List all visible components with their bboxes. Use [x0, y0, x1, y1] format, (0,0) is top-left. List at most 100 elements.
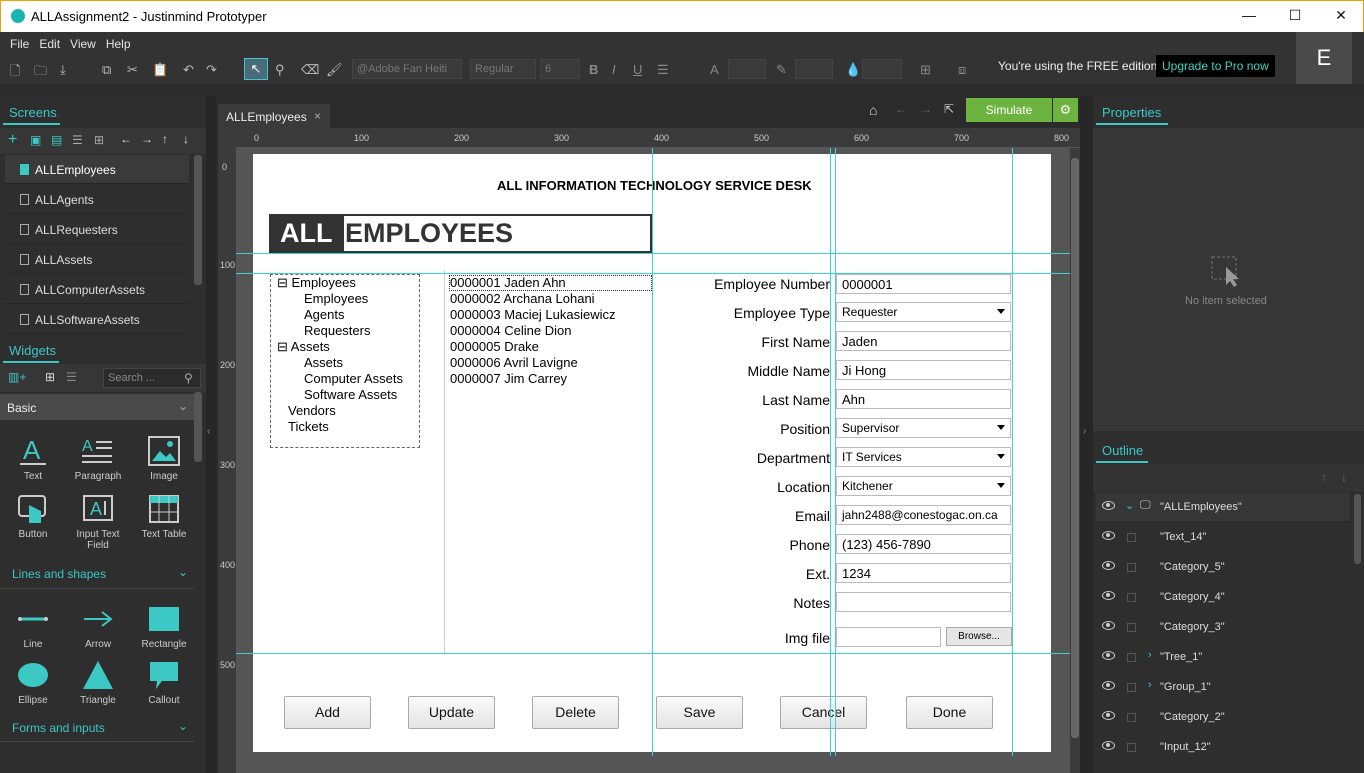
widget-input-text-field[interactable]: A Input Text Field	[68, 493, 128, 551]
employee-type-select[interactable]: Requester	[836, 302, 1011, 322]
simulate-settings-icon[interactable]: ⚙	[1053, 98, 1078, 122]
outline-scrollbar[interactable]	[1354, 494, 1361, 564]
move-right-icon[interactable]: →	[141, 132, 153, 146]
chevron-down-icon[interactable]: ⌄	[1125, 499, 1134, 512]
position-select[interactable]: Supervisor	[836, 418, 1011, 438]
tree-item-software-assets[interactable]: Software Assets	[304, 387, 397, 402]
location-select[interactable]: Kitchener	[836, 476, 1011, 496]
screen-item-allemployees[interactable]: ALLEmployees	[5, 155, 189, 184]
list-item[interactable]: 0000004 Celine Dion	[450, 323, 571, 338]
delete-button[interactable]: Delete	[532, 696, 619, 729]
guide-line[interactable]	[835, 148, 836, 756]
properties-panel-title[interactable]: Properties	[1102, 105, 1161, 120]
screen-item-allcomputerassets[interactable]: ALLComputerAssets	[5, 275, 189, 304]
middle-name-input[interactable]: Ji Hong	[836, 360, 1011, 380]
ext-input[interactable]: 1234	[836, 563, 1011, 583]
list-view-icon[interactable]: ☰	[66, 370, 77, 384]
lock-checkbox[interactable]	[1127, 743, 1136, 752]
move-up-icon[interactable]: ↑	[1321, 470, 1327, 484]
back-icon[interactable]: ←	[895, 102, 907, 116]
chevron-right-icon[interactable]: ›	[1148, 679, 1152, 691]
menu-file[interactable]: File	[10, 37, 29, 51]
outline-panel-title[interactable]: Outline	[1102, 443, 1143, 458]
employee-number-input[interactable]: 0000001	[836, 274, 1011, 294]
lock-checkbox[interactable]	[1127, 593, 1136, 602]
widget-button[interactable]: Button	[3, 493, 63, 540]
widget-library-icon[interactable]: ▥+	[8, 370, 26, 384]
list-view-icon[interactable]: ☰	[72, 133, 83, 147]
screens-scrollbar[interactable]	[194, 155, 202, 285]
fill-select[interactable]	[862, 59, 902, 79]
screen-item-allagents[interactable]: ALLAgents	[5, 185, 189, 214]
arrange-icon[interactable]: ⊞	[920, 62, 931, 78]
widget-callout[interactable]: Callout	[134, 659, 194, 706]
list-item[interactable]: 0000006 Avril Lavigne	[450, 355, 578, 370]
tree-item-computer-assets[interactable]: Computer Assets	[304, 371, 403, 386]
underline-button[interactable]: U	[633, 62, 642, 77]
browse-button[interactable]: Browse...	[946, 627, 1012, 646]
tab-allemployees[interactable]: ALLEmployees ×	[218, 104, 330, 128]
outline-row-category-5[interactable]: "Category_5"	[1096, 553, 1350, 582]
lock-checkbox[interactable]	[1127, 653, 1136, 662]
canvas-scroll-thumb[interactable]	[1071, 158, 1079, 738]
screen-item-allrequesters[interactable]: ALLRequesters	[5, 215, 189, 244]
font-color-icon[interactable]: A	[710, 62, 719, 77]
cut-icon[interactable]: ✂	[127, 62, 138, 78]
chevron-down-icon[interactable]: ⌄	[178, 719, 188, 733]
department-select[interactable]: IT Services	[836, 447, 1011, 467]
tree-item-vendors[interactable]: Vendors	[288, 403, 336, 418]
lock-checkbox[interactable]	[1127, 713, 1136, 722]
align-icon[interactable]: ☰	[657, 62, 669, 78]
font-color-select[interactable]	[728, 59, 766, 79]
add-template-icon[interactable]: ▣	[30, 133, 41, 147]
eye-icon[interactable]	[1102, 651, 1115, 660]
outline-row-tree-1[interactable]: › "Tree_1"	[1096, 643, 1350, 672]
img-file-input[interactable]	[836, 627, 941, 647]
tree-item-agents[interactable]: Agents	[304, 307, 344, 322]
collapse-right-icon[interactable]: ›	[1083, 426, 1086, 437]
notes-input[interactable]	[836, 592, 1011, 612]
widget-text[interactable]: A Text	[3, 435, 63, 482]
screen-item-allsoftwareassets[interactable]: ALLSoftwareAssets	[5, 305, 189, 334]
paste-icon[interactable]: 📋	[152, 62, 168, 78]
move-down-icon[interactable]: ↓	[1341, 470, 1347, 484]
font-size-select[interactable]: 6	[540, 59, 580, 79]
first-name-input[interactable]: Jaden	[836, 331, 1011, 351]
fullscreen-icon[interactable]: ⇱	[944, 102, 954, 116]
move-up-icon[interactable]: ↑	[162, 132, 168, 146]
move-down-icon[interactable]: ↓	[183, 132, 189, 146]
right-splitter[interactable]: ›	[1080, 96, 1093, 773]
user-avatar[interactable]: E	[1296, 32, 1352, 84]
list-item[interactable]: 0000007 Jim Carrey	[450, 371, 567, 386]
line-width-select[interactable]	[795, 59, 833, 79]
eye-icon[interactable]	[1102, 621, 1115, 630]
chevron-right-icon[interactable]: ›	[1148, 649, 1152, 661]
add-screen-icon[interactable]: +	[8, 131, 17, 149]
guide-line[interactable]	[652, 148, 653, 756]
eye-icon[interactable]	[1102, 741, 1115, 750]
eye-icon[interactable]	[1102, 561, 1115, 570]
eye-icon[interactable]	[1102, 681, 1115, 690]
open-folder-icon[interactable]: 🗀	[34, 62, 47, 84]
list-item[interactable]: 0000001 Jaden Ahn	[450, 275, 566, 290]
undo-icon[interactable]: ↶	[183, 62, 194, 78]
collapse-left-icon[interactable]: ‹	[207, 426, 210, 437]
outline-row-allemployees[interactable]: ⌄ 🖵 "ALLEmployees"	[1096, 493, 1350, 522]
widget-triangle[interactable]: Triangle	[68, 659, 128, 706]
fill-color-icon[interactable]: 💧	[845, 62, 861, 78]
guide-line[interactable]	[236, 653, 1070, 654]
format-painter-icon[interactable]: 🖌	[326, 62, 343, 78]
widgets-panel-title[interactable]: Widgets	[9, 343, 56, 358]
widgets-scrollbar[interactable]	[194, 392, 202, 462]
outline-row-input-12[interactable]: "Input_12"	[1096, 733, 1350, 762]
select-tool-icon[interactable]: ↖	[244, 58, 268, 80]
redo-icon[interactable]: ↷	[206, 62, 217, 78]
lines-shapes-section[interactable]: Lines and shapes	[12, 567, 106, 581]
guide-line[interactable]	[830, 148, 831, 756]
widget-category-select[interactable]: Basic ⌄	[0, 394, 194, 420]
screen-item-allassets[interactable]: ALLAssets	[5, 245, 189, 274]
eye-icon[interactable]	[1102, 591, 1115, 600]
outline-row-category-2[interactable]: "Category_2"	[1096, 703, 1350, 732]
menu-view[interactable]: View	[70, 37, 96, 51]
close-window-button[interactable]: ✕	[1326, 7, 1356, 24]
